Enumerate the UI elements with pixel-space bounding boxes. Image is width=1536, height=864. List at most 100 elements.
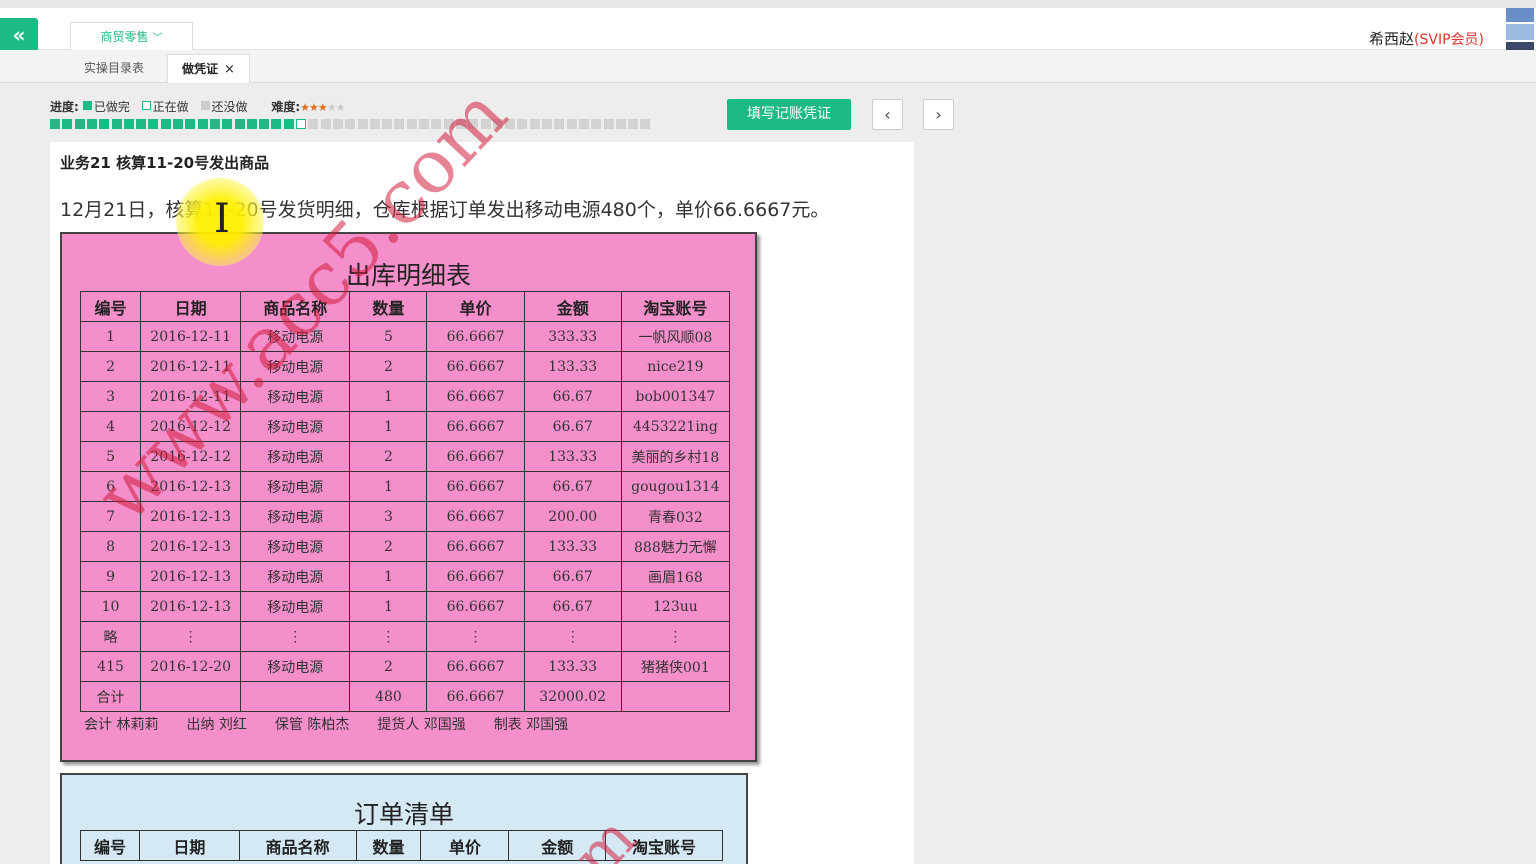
chevron-left-icon: ‹ [884,105,891,124]
next-button[interactable]: › [923,99,954,130]
progress-cell[interactable] [161,119,171,129]
progress-cell[interactable] [271,119,281,129]
table-cell: gougou1314 [620,471,731,502]
order-list-title: 订单清单 [353,800,454,829]
column-header: 日期 [140,291,242,322]
table-row: 9 2016-12-13 移动电源 1 66.6667 66.67 画眉168 [79,561,731,592]
table-cell: 66.6667 [426,501,525,532]
module-select-label: 商贸零售 [100,30,149,44]
table-cell: 4 [79,411,142,442]
tab-make-voucher[interactable]: 做凭证 × [167,54,250,83]
progress-cell[interactable] [173,119,183,129]
progress-cell[interactable] [259,119,269,129]
column-header: 金额 [523,291,622,322]
signature-item: 会计 林莉莉 [84,717,159,733]
progress-cell[interactable] [235,119,245,129]
progress-cell[interactable] [247,119,257,129]
progress-cell[interactable] [604,119,614,129]
progress-cell[interactable] [542,119,552,129]
tab-exercise-list[interactable]: 实操目录表 [70,54,158,83]
progress-cell[interactable] [210,119,220,129]
prev-button[interactable]: ‹ [872,99,903,130]
column-header: 淘宝账号 [620,291,731,322]
progress-cell[interactable] [419,119,429,129]
progress-cell[interactable] [394,119,404,129]
progress-cell[interactable] [345,119,355,129]
table-cell: 66.6667 [426,531,525,562]
table-cell: 5 [349,321,428,352]
progress-cell[interactable] [554,119,564,129]
progress-cell[interactable] [136,119,146,129]
progress-cell[interactable] [567,119,577,129]
module-select[interactable]: 商贸零售 ﹀ [70,22,193,53]
progress-cell[interactable] [148,119,158,129]
progress-cell[interactable] [358,119,368,129]
table-cell: ⋮ [140,621,242,652]
progress-cell[interactable] [628,119,638,129]
table-cell: 6 [79,471,142,502]
doing-label: 正在做 [152,100,189,114]
signature-item: 保管 陈柏杰 [274,717,350,733]
close-icon[interactable]: × [224,62,235,77]
progress-cell[interactable] [370,119,380,129]
table-cell: 合计 [79,681,142,712]
progress-cell[interactable] [87,119,97,129]
progress-cell[interactable] [75,119,85,129]
progress-cell[interactable] [517,119,527,129]
table-cell: 2016-12-11 [140,381,242,412]
progress-cell[interactable] [579,119,589,129]
table-cell: 66.67 [523,381,622,412]
progress-cell[interactable] [640,119,650,129]
progress-cell[interactable] [333,119,343,129]
signature-item: 出纳 刘红 [186,717,247,733]
table-cell: 66.67 [523,471,622,502]
table-cell: 2016-12-20 [140,651,242,682]
progress-cell[interactable] [284,119,294,129]
column-header: 单价 [420,830,510,861]
progress-cell[interactable] [62,119,72,129]
progress-cell[interactable] [185,119,195,129]
progress-cell[interactable] [431,119,441,129]
progress-cell[interactable] [50,119,60,129]
progress-cell[interactable] [591,119,601,129]
table-cell [240,681,351,712]
done-swatch-icon [82,101,92,110]
progress-cell[interactable] [99,119,109,129]
progress-cell[interactable] [321,119,331,129]
table-cell: 移动电源 [240,561,351,592]
progress-cell[interactable] [124,119,134,129]
table-cell: 66.6667 [426,681,525,712]
column-header: 数量 [349,291,428,322]
table-cell: 2016-12-13 [140,501,242,532]
table-cell: 移动电源 [240,471,351,502]
progress-cell[interactable] [493,119,503,129]
progress-cell[interactable] [198,119,208,129]
table-cell: 415 [79,651,142,682]
progress-cell[interactable] [505,119,515,129]
table-row: 8 2016-12-13 移动电源 2 66.6667 133.33 888魅力无懈 [79,531,731,562]
column-header: 商品名称 [240,291,351,322]
progress-cell[interactable] [481,119,491,129]
table-cell: 2 [349,351,428,382]
table-cell: 2016-12-11 [140,351,242,382]
progress-cell[interactable] [112,119,122,129]
table-cell: 2016-12-13 [140,471,242,502]
progress-cell[interactable] [407,119,417,129]
progress-cell[interactable] [296,119,306,129]
table-cell: bob001347 [620,381,731,412]
table-row: 5 2016-12-12 移动电源 2 66.6667 133.33 美丽的乡村18 [79,441,731,472]
progress-cell[interactable] [382,119,392,129]
progress-cell[interactable] [456,119,466,129]
collapse-menu-button[interactable]: « [0,18,38,54]
text-cursor-icon: I [214,196,230,242]
progress-label: 进度: [50,100,79,114]
fill-voucher-button[interactable]: 填写记账凭证 [727,99,851,130]
table-cell: 480 [349,681,428,712]
progress-cell[interactable] [222,119,232,129]
progress-cell[interactable] [444,119,454,129]
progress-cell[interactable] [308,119,318,129]
user-info[interactable]: 希西赵(SVIP会员) [1369,28,1484,49]
progress-cell[interactable] [468,119,478,129]
progress-cell[interactable] [530,119,540,129]
progress-cell[interactable] [616,119,626,129]
